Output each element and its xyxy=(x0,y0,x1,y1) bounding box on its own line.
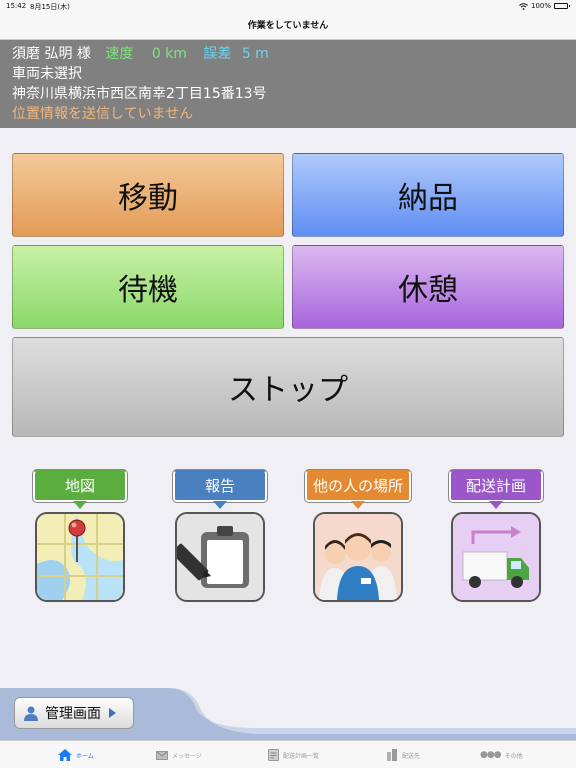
delivery-plan-tile xyxy=(451,512,541,602)
play-arrow-icon xyxy=(109,708,116,718)
sending-status: 位置情報を送信していません xyxy=(12,106,194,122)
report-label: 報告 xyxy=(173,470,267,502)
status-time: 15:42 xyxy=(6,2,27,10)
rest-button[interactable]: 休憩 xyxy=(292,245,564,329)
error-value: 5 m xyxy=(241,46,269,62)
tab-bar: ホーム メッセージ 配送計画一覧 配送先 ●●● その他 xyxy=(0,740,576,768)
driver-name: 須磨 弘明 様 xyxy=(12,46,91,62)
tab-other[interactable]: ●●● その他 xyxy=(480,741,523,768)
tab-message[interactable]: メッセージ xyxy=(156,741,202,768)
stop-button[interactable]: ストップ xyxy=(12,337,564,437)
map-label: 地図 xyxy=(33,470,127,502)
tab-message-label: メッセージ xyxy=(172,752,202,760)
battery-icon xyxy=(554,3,570,9)
report-app[interactable]: 報告 xyxy=(170,470,270,605)
admin-button[interactable]: 管理画面 xyxy=(14,697,134,729)
home-icon xyxy=(58,749,72,761)
others-location-tile xyxy=(313,512,403,602)
tab-plan-list[interactable]: 配送計画一覧 xyxy=(268,741,319,768)
people-icon xyxy=(315,514,401,600)
map-app[interactable]: 地図 xyxy=(30,470,130,605)
tab-home[interactable]: ホーム xyxy=(58,741,94,768)
wifi-icon xyxy=(519,2,528,10)
current-address: 神奈川県横浜市西区南幸2丁目15番13号 xyxy=(12,86,267,102)
map-icon xyxy=(37,514,123,600)
wait-button[interactable]: 待機 xyxy=(12,245,284,329)
delivery-plan-app[interactable]: 配送計画 xyxy=(446,470,546,605)
nav-title: 作業をしていません xyxy=(0,14,576,40)
admin-button-label: 管理画面 xyxy=(45,706,101,722)
move-button[interactable]: 移動 xyxy=(12,153,284,237)
clipboard-pen-icon xyxy=(177,514,263,600)
user-icon xyxy=(24,706,38,721)
driver-info-panel: 須磨 弘明 様 速度 0 km 誤差 5 m 車両未選択 神奈川県横浜市西区南幸… xyxy=(0,40,576,128)
tab-home-label: ホーム xyxy=(76,752,94,760)
status-bar: 15:42 8月15日(木) 100% xyxy=(0,0,576,14)
vehicle-status: 車両未選択 xyxy=(12,66,82,82)
more-dots-icon: ●●● xyxy=(480,750,502,760)
checklist-icon xyxy=(268,749,279,761)
deliver-button[interactable]: 納品 xyxy=(292,153,564,237)
status-date: 8月15日(木) xyxy=(30,3,70,11)
error-label: 誤差 xyxy=(203,46,232,62)
speed-value: 0 km xyxy=(151,46,187,62)
battery-percent: 100% xyxy=(530,2,551,10)
envelope-icon xyxy=(156,750,168,760)
others-location-label: 他の人の場所 xyxy=(304,470,412,502)
report-tile xyxy=(175,512,265,602)
tab-destination[interactable]: 配送先 xyxy=(386,741,420,768)
status-right: 100% xyxy=(519,2,570,10)
others-location-app[interactable]: 他の人の場所 xyxy=(304,470,412,605)
delivery-plan-label: 配送計画 xyxy=(449,470,543,502)
truck-icon xyxy=(453,514,539,600)
speed-label: 速度 xyxy=(105,46,134,62)
map-tile xyxy=(35,512,125,602)
driver-row: 須磨 弘明 様 速度 0 km 誤差 5 m xyxy=(12,44,564,64)
building-icon xyxy=(387,749,397,761)
tab-destination-label: 配送先 xyxy=(402,752,421,760)
tab-plan-list-label: 配送計画一覧 xyxy=(283,752,320,760)
tab-other-label: その他 xyxy=(504,752,523,760)
